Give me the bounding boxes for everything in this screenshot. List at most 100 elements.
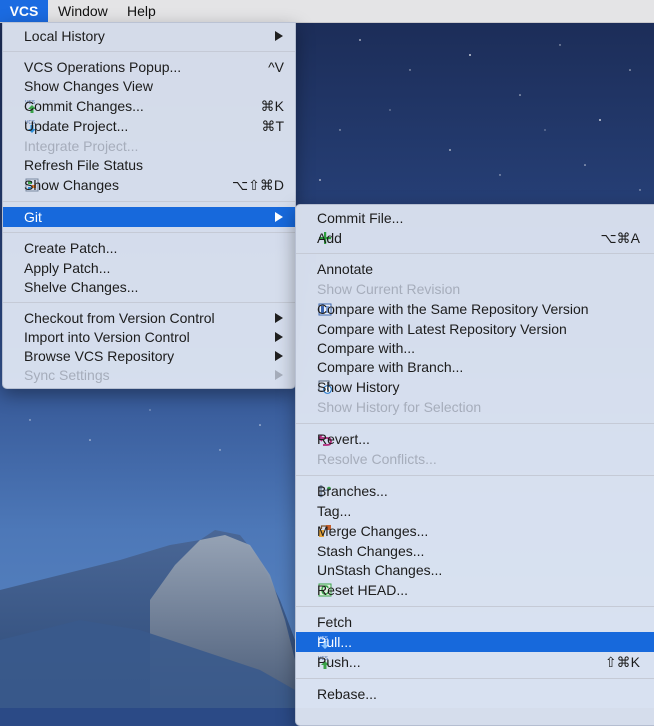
menu-item-commit-file[interactable]: Commit File... [296, 208, 654, 228]
menu-item-pull[interactable]: VCS Pull... [296, 632, 654, 652]
menu-item-revert[interactable]: Revert... [296, 429, 654, 449]
menu-item-shortcut: ^V [268, 59, 284, 75]
menu-separator [3, 201, 295, 202]
menu-item-rebase[interactable]: Rebase... [296, 684, 654, 704]
menu-item-tag[interactable]: Tag... [296, 501, 654, 521]
menu-item-unstash-changes[interactable]: UnStash Changes... [296, 560, 654, 580]
menu-item-push[interactable]: VCS Push... ⇧⌘K [296, 652, 654, 672]
menu-item-compare-with[interactable]: Compare with... [296, 338, 654, 358]
menu-item-label: Checkout from Version Control [24, 310, 215, 326]
menu-item-compare-latest-repo-version[interactable]: Compare with Latest Repository Version [296, 319, 654, 339]
menu-item-label: Update Project... [24, 118, 129, 134]
menu-item-reset-head[interactable]: Reset HEAD... [296, 580, 654, 600]
menu-item-merge-changes[interactable]: Merge Changes... [296, 521, 654, 541]
menu-item-show-history-selection: Show History for Selection [296, 397, 654, 417]
menu-item-shortcut: ⇧⌘K [604, 654, 640, 670]
menu-item-update-project[interactable]: VCS Update Project... ⌘T [3, 116, 295, 136]
menu-item-checkout-from-vcs[interactable]: Checkout from Version Control [3, 308, 295, 328]
menu-item-label: Fetch [317, 614, 353, 630]
menu-separator [3, 232, 295, 233]
vcs-menu: Local History VCS Operations Popup... ^V… [2, 22, 296, 389]
menu-item-label: Show Changes View [24, 78, 153, 94]
menu-separator [296, 606, 654, 607]
menu-item-show-current-revision: Show Current Revision [296, 279, 654, 299]
menu-item-label: Shelve Changes... [24, 279, 139, 295]
menu-item-label: Browse VCS Repository [24, 348, 175, 364]
menu-item-add[interactable]: Add ⌥⌘A [296, 228, 654, 248]
menu-item-annotate[interactable]: Annotate [296, 259, 654, 279]
menu-item-label: Annotate [317, 261, 374, 277]
menu-item-git[interactable]: Git [3, 207, 295, 227]
menu-separator [296, 678, 654, 679]
menubar-vcs[interactable]: VCS [0, 0, 48, 22]
menu-separator [3, 51, 295, 52]
menu-item-compare-with-branch[interactable]: Compare with Branch... [296, 357, 654, 377]
menu-item-label: Resolve Conflicts... [317, 451, 437, 467]
menu-item-label: Reset HEAD... [317, 582, 409, 598]
menu-separator [296, 475, 654, 476]
menu-item-apply-patch[interactable]: Apply Patch... [3, 258, 295, 278]
menu-item-refresh-file-status[interactable]: Refresh File Status [3, 155, 295, 175]
menu-item-label: Sync Settings [24, 367, 110, 383]
menu-item-label: Commit Changes... [24, 98, 144, 114]
menu-item-browse-vcs-repository[interactable]: Browse VCS Repository [3, 346, 295, 366]
menu-item-shelve-changes[interactable]: Shelve Changes... [3, 277, 295, 297]
menubar-help[interactable]: Help [127, 0, 156, 22]
menu-item-vcs-operations-popup[interactable]: VCS Operations Popup... ^V [3, 57, 295, 77]
menu-item-create-patch[interactable]: Create Patch... [3, 238, 295, 258]
menubar-window[interactable]: Window [58, 0, 108, 22]
menu-item-label: Tag... [317, 503, 352, 519]
menu-item-label: VCS Operations Popup... [24, 59, 182, 75]
menu-separator [3, 302, 295, 303]
menu-item-shortcut: ⌥⌘A [600, 230, 640, 246]
menu-item-label: Merge Changes... [317, 523, 429, 539]
menu-item-show-history[interactable]: Show History [296, 377, 654, 397]
menu-item-local-history[interactable]: Local History [3, 26, 295, 46]
menu-item-label: Compare with... [317, 340, 416, 356]
menu-item-label: Import into Version Control [24, 329, 190, 345]
menu-item-resolve-conflicts: Resolve Conflicts... [296, 449, 654, 469]
submenu-arrow-icon [275, 31, 283, 41]
menu-item-shortcut: ⌘K [260, 98, 284, 114]
menu-item-label: Stash Changes... [317, 543, 425, 559]
menu-item-label: Branches... [317, 483, 388, 499]
menu-item-label: Pull... [317, 634, 353, 650]
menu-item-label: UnStash Changes... [317, 562, 443, 578]
menu-item-label: Show History for Selection [317, 399, 482, 415]
git-submenu: Commit File... Add ⌥⌘A Annotate Show Cur… [295, 204, 654, 726]
menu-item-branches[interactable]: Branches... [296, 481, 654, 501]
menu-item-label: Create Patch... [24, 240, 118, 256]
menu-item-label: Show History [317, 379, 400, 395]
menu-separator [296, 423, 654, 424]
menu-item-label: Commit File... [317, 210, 404, 226]
menu-item-label: Integrate Project... [24, 138, 139, 154]
menu-item-label: Show Changes [24, 177, 119, 193]
menu-item-shortcut: ⌥⇧⌘D [232, 177, 284, 193]
menu-item-label: Compare with the Same Repository Version [317, 301, 589, 317]
menu-bar: VCS Window Help [0, 0, 654, 23]
menu-item-show-changes[interactable]: Show Changes ⌥⇧⌘D [3, 175, 295, 195]
menu-item-label: Revert... [317, 431, 370, 447]
menu-item-fetch[interactable]: Fetch [296, 612, 654, 632]
menu-item-label: Rebase... [317, 686, 377, 702]
menu-item-sync-settings: Sync Settings [3, 365, 295, 385]
menu-item-label: Compare with Latest Repository Version [317, 321, 567, 337]
submenu-arrow-icon [275, 351, 283, 361]
menu-item-stash-changes[interactable]: Stash Changes... [296, 541, 654, 561]
menu-item-integrate-project: Integrate Project... [3, 136, 295, 156]
submenu-arrow-icon [275, 370, 283, 380]
submenu-arrow-icon [275, 332, 283, 342]
menu-item-commit-changes[interactable]: VCS Commit Changes... ⌘K [3, 96, 295, 116]
menu-item-import-into-vcs[interactable]: Import into Version Control [3, 327, 295, 347]
menu-item-label: Refresh File Status [24, 157, 144, 173]
menu-item-label: Add [317, 230, 342, 246]
menu-item-compare-same-repo-version[interactable]: Compare with the Same Repository Version [296, 299, 654, 319]
menu-item-show-changes-view[interactable]: Show Changes View [3, 76, 295, 96]
menu-item-shortcut: ⌘T [261, 118, 284, 134]
menu-separator [296, 253, 654, 254]
menu-item-label: Apply Patch... [24, 260, 111, 276]
menu-item-label: Git [24, 209, 42, 225]
submenu-arrow-icon [275, 212, 283, 222]
menu-item-label: Show Current Revision [317, 281, 461, 297]
submenu-arrow-icon [275, 313, 283, 323]
